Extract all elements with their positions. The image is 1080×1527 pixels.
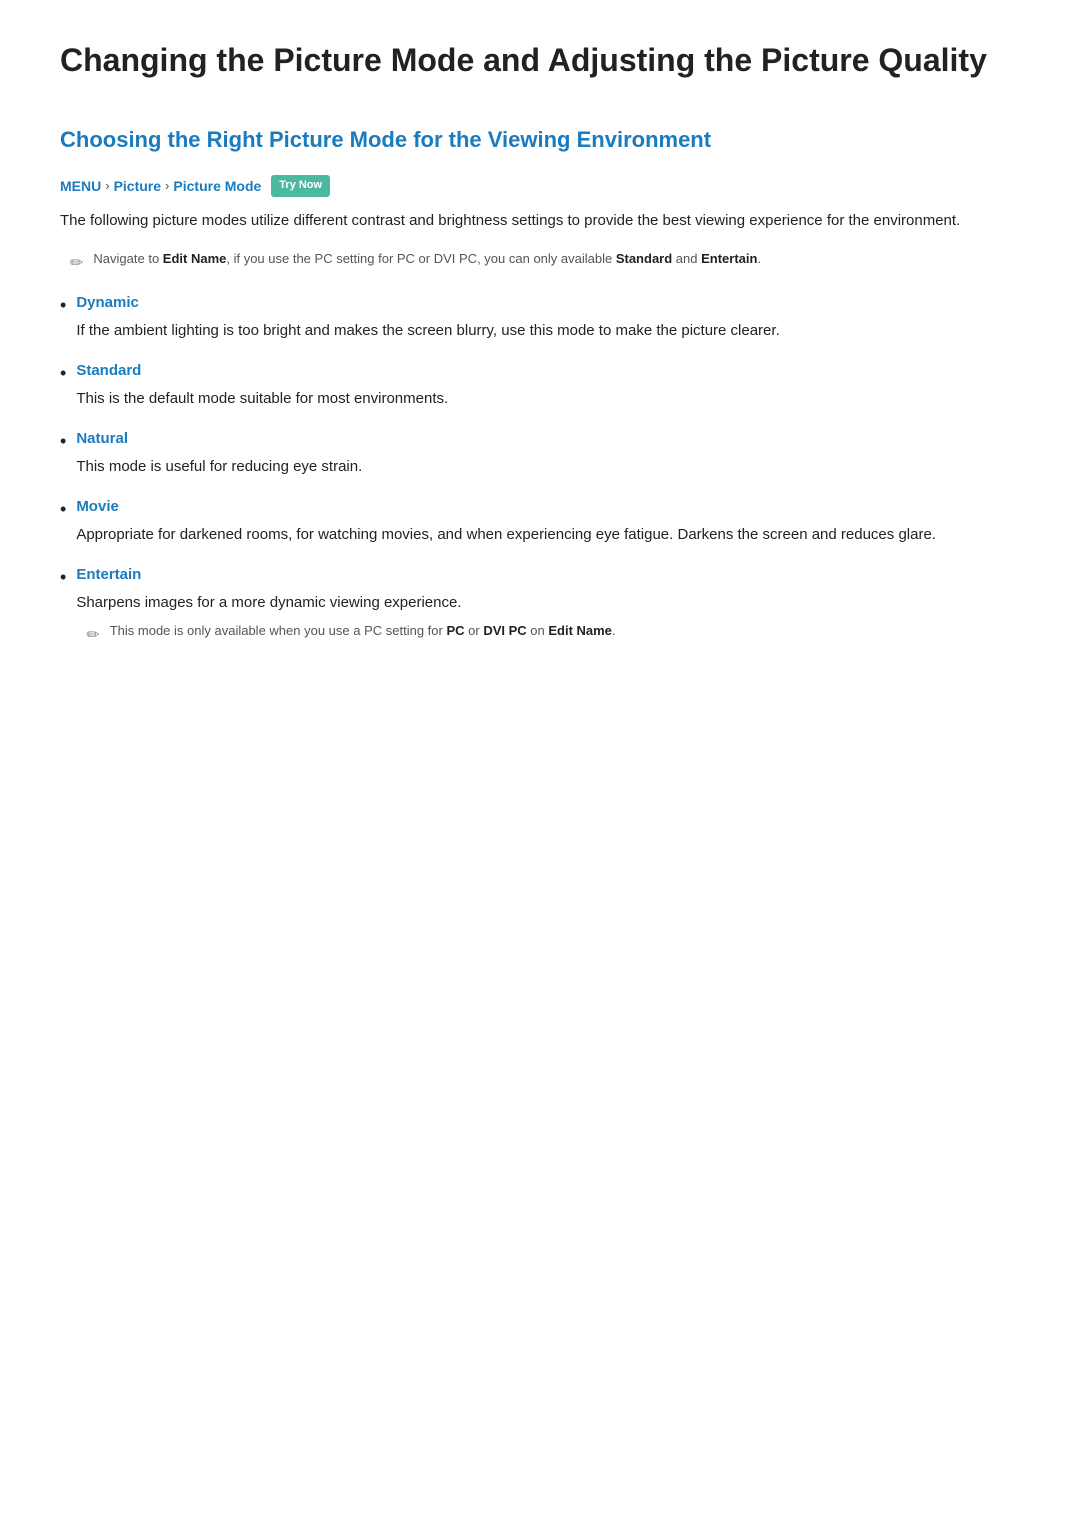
try-now-badge[interactable]: Try Now: [271, 175, 330, 197]
note-edit-name-1: Edit Name: [163, 251, 227, 266]
breadcrumb: MENU › Picture › Picture Mode Try Now: [60, 175, 1020, 197]
note-pencil-icon: ✏: [70, 251, 83, 277]
entertain-note-pc: PC: [446, 623, 464, 638]
bullet-dot-dynamic: •: [60, 293, 66, 318]
entertain-desc: Sharpens images for a more dynamic viewi…: [76, 591, 1020, 615]
note-text: Navigate to Edit Name, if you use the PC…: [93, 249, 761, 269]
natural-term: Natural: [76, 427, 1020, 451]
entertain-note-edit-name: Edit Name: [548, 623, 612, 638]
movie-desc: Appropriate for darkened rooms, for watc…: [76, 523, 1020, 547]
list-item-dynamic: • Dynamic If the ambient lighting is too…: [60, 291, 1020, 359]
standard-desc: This is the default mode suitable for mo…: [76, 387, 1020, 411]
entertain-content: Entertain Sharpens images for a more dyn…: [76, 563, 1020, 665]
page-main-title: Changing the Picture Mode and Adjusting …: [60, 40, 1020, 82]
entertain-note-dvi-pc: DVI PC: [483, 623, 526, 638]
breadcrumb-picture[interactable]: Picture: [114, 175, 161, 197]
entertain-note-text: This mode is only available when you use…: [110, 621, 616, 641]
modes-list: • Dynamic If the ambient lighting is too…: [60, 291, 1020, 665]
breadcrumb-sep-2: ›: [165, 176, 169, 197]
dynamic-desc: If the ambient lighting is too bright an…: [76, 319, 1020, 343]
note-standard: Standard: [616, 251, 672, 266]
bullet-dot-standard: •: [60, 361, 66, 386]
list-item-standard: • Standard This is the default mode suit…: [60, 359, 1020, 427]
breadcrumb-menu[interactable]: MENU: [60, 175, 101, 197]
note-item: ✏ Navigate to Edit Name, if you use the …: [60, 249, 1020, 277]
natural-content: Natural This mode is useful for reducing…: [76, 427, 1020, 495]
breadcrumb-sep-1: ›: [105, 176, 109, 197]
bullet-dot-entertain: •: [60, 565, 66, 590]
movie-term: Movie: [76, 495, 1020, 519]
section-title: Choosing the Right Picture Mode for the …: [60, 122, 1020, 163]
dynamic-content: Dynamic If the ambient lighting is too b…: [76, 291, 1020, 359]
breadcrumb-picture-mode[interactable]: Picture Mode: [173, 175, 261, 197]
list-item-movie: • Movie Appropriate for darkened rooms, …: [60, 495, 1020, 563]
entertain-sub-note: ✏ This mode is only available when you u…: [76, 621, 1020, 649]
standard-content: Standard This is the default mode suitab…: [76, 359, 1020, 427]
natural-desc: This mode is useful for reducing eye str…: [76, 455, 1020, 479]
bullet-dot-natural: •: [60, 429, 66, 454]
movie-content: Movie Appropriate for darkened rooms, fo…: [76, 495, 1020, 563]
dynamic-term: Dynamic: [76, 291, 1020, 315]
list-item-natural: • Natural This mode is useful for reduci…: [60, 427, 1020, 495]
entertain-term: Entertain: [76, 563, 1020, 587]
list-item-entertain: • Entertain Sharpens images for a more d…: [60, 563, 1020, 665]
note-entertain: Entertain: [701, 251, 757, 266]
bullet-dot-movie: •: [60, 497, 66, 522]
standard-term: Standard: [76, 359, 1020, 383]
intro-text: The following picture modes utilize diff…: [60, 209, 1020, 233]
entertain-note-pencil-icon: ✏: [86, 623, 99, 649]
